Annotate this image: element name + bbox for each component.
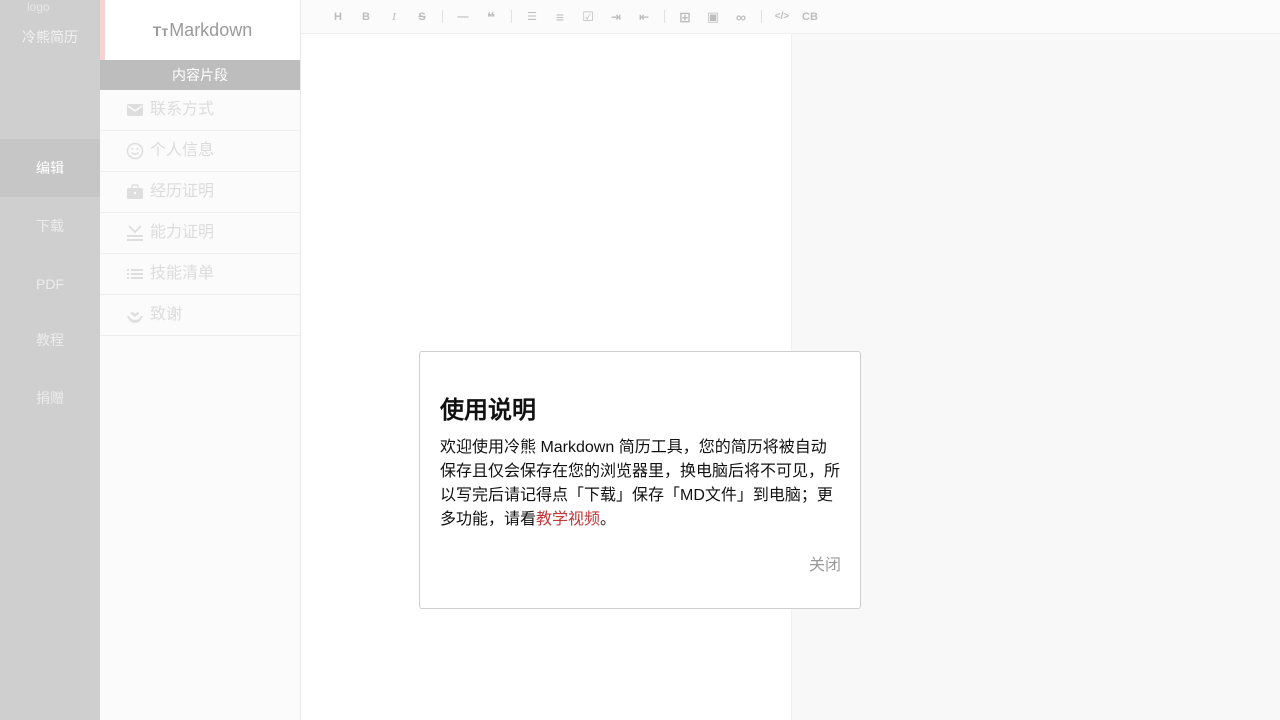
snippet-item-label: 能力证明: [150, 224, 215, 241]
smile-icon: [126, 142, 144, 160]
nav-item-pdf[interactable]: PDF: [0, 255, 100, 313]
list-icon: [126, 265, 144, 283]
dialog-title: 使用说明: [440, 397, 536, 424]
snippet-header: TтMarkdown: [100, 0, 300, 60]
snippet-item-personal[interactable]: 个人信息: [100, 131, 300, 172]
tutorial-video-link[interactable]: 教学视频: [536, 511, 600, 528]
image-icon[interactable]: ▣: [705, 9, 721, 25]
toolbar-divider: [761, 10, 762, 23]
snippet-header-title: Markdown: [169, 20, 253, 40]
snippet-item-skills[interactable]: 技能清单: [100, 254, 300, 295]
logo[interactable]: logo 冷熊简历: [0, 0, 100, 60]
toolbar-divider: [442, 10, 443, 23]
award-icon: [126, 224, 144, 242]
snippet-panel: TтMarkdown 内容片段 联系方式 个人信息 经历证明 能力证明 技能清单: [100, 0, 301, 720]
nav-item-download[interactable]: 下载: [0, 197, 100, 255]
instructions-dialog: 使用说明 欢迎使用冷熊 Markdown 简历工具，您的简历将被自动保存且仅会保…: [419, 351, 861, 609]
link-icon[interactable]: ∞: [733, 9, 749, 25]
snippet-section-title: 内容片段: [100, 60, 300, 90]
snippet-item-label: 经历证明: [150, 183, 215, 200]
table-icon[interactable]: ⊞: [677, 9, 693, 25]
logo-image: logo: [27, 0, 50, 14]
left-nav: logo 冷熊简历 编辑 下载 PDF 教程 捐赠: [0, 0, 100, 720]
italic-icon[interactable]: I: [386, 9, 402, 25]
snippet-item-label: 个人信息: [150, 142, 215, 159]
briefcase-icon: [126, 183, 144, 201]
close-button[interactable]: 关闭: [809, 551, 841, 575]
numbered-list-icon[interactable]: ≡: [552, 9, 568, 25]
heading-icon[interactable]: H: [330, 9, 346, 25]
dialog-body: 欢迎使用冷熊 Markdown 简历工具，您的简历将被自动保存且仅会保存在您的浏…: [440, 436, 842, 532]
code-block-icon[interactable]: CB: [800, 9, 820, 25]
nav-item-tutorial[interactable]: 教程: [0, 311, 100, 369]
mail-icon: [126, 101, 144, 119]
bullet-list-icon[interactable]: ☰: [524, 9, 540, 25]
toolbar-divider: [511, 10, 512, 23]
snippet-item-label: 致谢: [150, 306, 183, 323]
app-name: 冷熊简历: [22, 29, 78, 45]
strikethrough-icon[interactable]: S: [414, 9, 430, 25]
snippet-item-ability[interactable]: 能力证明: [100, 213, 300, 254]
editor-toolbar: H B I S — ❝ ☰ ≡ ☑ ⇥ ⇤ ⊞ ▣ ∞ </> CB: [301, 0, 1280, 34]
resume-preview: [792, 34, 1280, 720]
indent-icon[interactable]: ⇥: [608, 9, 624, 25]
toolbar-divider: [664, 10, 665, 23]
snippet-item-experience[interactable]: 经历证明: [100, 172, 300, 213]
dialog-body-text: 欢迎使用冷熊 Markdown 简历工具，您的简历将被自动保存且仅会保存在您的浏…: [440, 439, 841, 528]
text-size-icon: Tт: [152, 23, 169, 39]
horizontal-rule-icon[interactable]: —: [455, 9, 471, 25]
bold-icon[interactable]: B: [358, 9, 374, 25]
outdent-icon[interactable]: ⇤: [636, 9, 652, 25]
nav-item-edit[interactable]: 编辑: [0, 139, 100, 197]
snippet-item-contact[interactable]: 联系方式: [100, 90, 300, 131]
snippet-item-label: 联系方式: [150, 101, 215, 118]
quote-icon[interactable]: ❝: [483, 9, 499, 25]
checklist-icon[interactable]: ☑: [580, 9, 596, 25]
dialog-body-end: 。: [600, 511, 617, 528]
nav-item-donate[interactable]: 捐赠: [0, 369, 100, 427]
snippet-item-label: 技能清单: [150, 265, 215, 282]
heart-hand-icon: [126, 306, 144, 324]
code-icon[interactable]: </>: [772, 9, 792, 25]
snippet-item-thanks[interactable]: 致谢: [100, 295, 300, 336]
